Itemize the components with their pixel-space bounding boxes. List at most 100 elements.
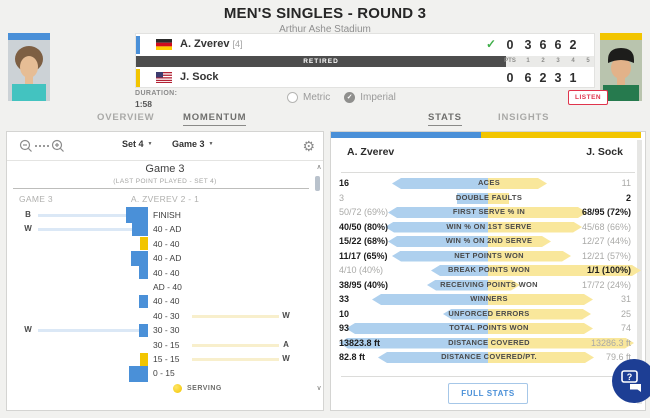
stats-player-left: A. Zverev	[347, 146, 394, 158]
momentum-row: 40 - 40	[7, 237, 311, 251]
usa-flag-icon	[156, 72, 172, 83]
zverev-color-bar	[331, 132, 481, 138]
momentum-row: AD - 40	[7, 280, 311, 294]
zoom-out-icon[interactable]	[19, 139, 33, 153]
scrollbar-thumb[interactable]	[315, 176, 320, 191]
momentum-left-line	[38, 214, 126, 217]
momentum-left-line	[38, 228, 132, 231]
scoreboard-row-zverev: A. Zverev[4] ✓ 0 3 6 6 2	[136, 34, 594, 56]
metric-radio[interactable]: Metric	[287, 92, 330, 103]
momentum-point-label: 40 - AD	[153, 251, 181, 265]
player2-set3: 3	[550, 71, 566, 85]
duration-value: 1:58	[135, 99, 177, 109]
momentum-bar[interactable]	[131, 251, 148, 266]
scoreboard: A. Zverev[4] ✓ 0 3 6 6 2 RETIRED PTS 1 2…	[135, 33, 595, 88]
zoom-slider[interactable]	[35, 145, 49, 147]
gear-icon[interactable]: ⚙	[302, 136, 315, 156]
stat-label: TOTAL POINTS WON	[337, 321, 641, 336]
momentum-bar[interactable]	[140, 353, 148, 366]
player1-avatar	[8, 40, 50, 101]
scroll-up-icon[interactable]: ∧	[313, 163, 325, 171]
momentum-row: 40 - 40	[7, 294, 311, 308]
chevron-down-icon: ▼	[148, 141, 153, 147]
stat-label: WINNERS	[337, 292, 641, 307]
momentum-bar[interactable]	[139, 324, 148, 337]
player1-set2: 6	[535, 38, 551, 52]
sock-stat-value: 11	[622, 176, 631, 191]
momentum-bar[interactable]	[139, 266, 148, 279]
stat-row: 16ACES11	[337, 176, 641, 191]
momentum-row: W40 - 30	[7, 309, 311, 323]
app-root: MEN'S SINGLES - ROUND 3 Arthur Ashe Stad…	[0, 0, 650, 418]
col-header-1: 1	[520, 56, 536, 67]
stat-rows: 16ACES113DOUBLE FAULTS250/72 (69%)FIRST …	[337, 176, 641, 365]
tab-stats[interactable]: STATS	[428, 112, 462, 126]
momentum-row: W30 - 30	[7, 323, 311, 337]
scroll-down-icon[interactable]: ∨	[313, 384, 325, 392]
momentum-toolbar: Set 4▼ Game 3▼ ⚙	[7, 132, 323, 161]
imperial-radio[interactable]: ✓ Imperial	[344, 92, 396, 103]
tab-insights[interactable]: INSIGHTS	[498, 112, 549, 125]
sock-stat-value: 12/21 (57%)	[582, 249, 631, 264]
player2-name: J. Sock	[180, 71, 219, 83]
col-header-5: 5	[580, 56, 596, 67]
player2-set2: 2	[535, 71, 551, 85]
set-select[interactable]: Set 4▼	[122, 139, 152, 149]
col-header-4: 4	[565, 56, 581, 67]
full-stats-button[interactable]: FULL STATS	[448, 383, 528, 404]
momentum-bar[interactable]	[139, 295, 148, 308]
point-type-marker: W	[21, 222, 35, 236]
imperial-radio-circle[interactable]: ✓	[344, 92, 355, 103]
momentum-game-title: Game 3	[7, 163, 323, 175]
divider	[341, 172, 635, 173]
point-type-marker: W	[279, 309, 293, 323]
momentum-bar[interactable]	[126, 207, 148, 223]
zoom-in-icon[interactable]	[51, 139, 65, 153]
player2-accent-bar	[600, 33, 642, 40]
sock-color-bar	[481, 132, 641, 138]
player2-set1: 6	[520, 71, 536, 85]
help-chat-widget[interactable]: ?	[612, 359, 650, 403]
sock-accent	[136, 69, 140, 87]
momentum-panel: Set 4▼ Game 3▼ ⚙ Game 3 (LAST POINT PLAY…	[6, 131, 324, 411]
full-stats-wrap: FULL STATS	[331, 383, 645, 404]
momentum-subtitle: (LAST POINT PLAYED - SET 4)	[7, 178, 323, 185]
sock-stat-value: 74	[621, 321, 631, 336]
game-select[interactable]: Game 3▼	[172, 139, 213, 149]
momentum-row: 0 - 15	[7, 366, 311, 380]
momentum-point-label: 30 - 15	[153, 338, 179, 352]
momentum-point-label: 40 - 40	[153, 294, 179, 308]
momentum-bar[interactable]	[129, 366, 148, 382]
momentum-row: W40 - AD	[7, 222, 311, 236]
point-type-marker: A	[279, 338, 293, 352]
stat-row: 40/50 (80%)WIN % ON 1ST SERVE45/68 (66%)	[337, 220, 641, 235]
momentum-right-line	[192, 315, 279, 318]
sock-stat-value: 31	[621, 292, 631, 307]
player1-set1: 3	[520, 38, 536, 52]
sock-stat-value: 45/68 (66%)	[582, 220, 631, 235]
momentum-row: 40 - 40	[7, 266, 311, 280]
chat-bubbles-icon: ?	[621, 370, 645, 392]
tennis-ball-icon	[173, 384, 182, 393]
momentum-bar[interactable]	[132, 223, 148, 236]
serving-indicator: SERVING	[173, 384, 222, 393]
chevron-down-icon: ▼	[209, 141, 214, 147]
stats-player-right: J. Sock	[586, 146, 623, 158]
momentum-bar[interactable]	[140, 237, 148, 250]
tab-momentum[interactable]: MOMENTUM	[183, 112, 246, 126]
stat-row: 33WINNERS31	[337, 292, 641, 307]
stat-row: 15/22 (68%)WIN % ON 2ND SERVE12/27 (44%)	[337, 234, 641, 249]
momentum-row: A 30 - 15	[7, 338, 311, 352]
momentum-point-label: 15 - 15	[153, 352, 179, 366]
tab-overview[interactable]: OVERVIEW	[97, 112, 154, 125]
listen-button[interactable]: LISTEN	[568, 90, 608, 105]
momentum-row: 40 - AD	[7, 251, 311, 265]
momentum-point-label: 0 - 15	[153, 366, 175, 380]
momentum-row: W15 - 15	[7, 352, 311, 366]
stat-row: 82.8 ftDISTANCE COVERED/PT.79.6 ft	[337, 350, 641, 365]
stat-row: 93TOTAL POINTS WON74	[337, 321, 641, 336]
metric-radio-circle[interactable]	[287, 92, 298, 103]
momentum-col-score: A. ZVEREV 2 - 1	[7, 194, 323, 204]
sock-stat-value: 13286.3 ft	[591, 336, 631, 351]
sock-stat-value: 12/27 (44%)	[582, 234, 631, 249]
